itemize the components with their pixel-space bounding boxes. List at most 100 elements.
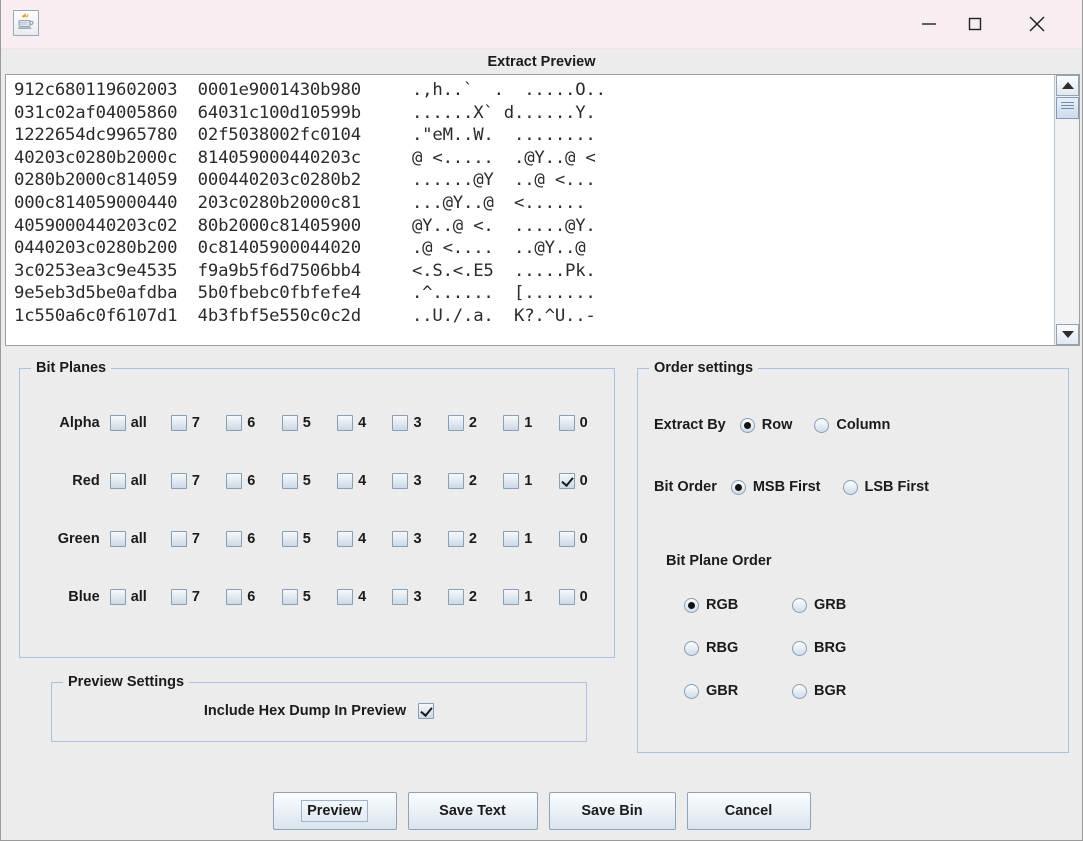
checkbox-green-4[interactable] [337, 531, 354, 547]
radio-rbg[interactable] [684, 640, 699, 656]
checkbox-alpha-1[interactable] [503, 415, 520, 431]
bit-plane-blue-all[interactable]: all [109, 589, 171, 605]
scroll-down-icon[interactable] [1056, 324, 1079, 345]
cancel-button[interactable]: Cancel [686, 792, 811, 830]
bit-plane-order-rbg[interactable]: RBG [684, 640, 792, 656]
maximize-button[interactable] [952, 0, 998, 48]
bit-plane-red-5[interactable]: 5 [281, 473, 337, 489]
checkbox-alpha-all[interactable] [109, 415, 126, 431]
bit-plane-red-4[interactable]: 4 [337, 473, 392, 489]
extract-by-column[interactable]: Column [814, 417, 890, 433]
bit-order-lsb-first[interactable]: LSB First [842, 479, 929, 495]
hex-vertical-scrollbar[interactable] [1054, 75, 1079, 345]
bit-plane-alpha-all[interactable]: all [109, 415, 171, 431]
bit-plane-alpha-5[interactable]: 5 [281, 415, 337, 431]
checkbox-alpha-4[interactable] [337, 415, 354, 431]
include-hex-dump-checkbox[interactable] [418, 703, 435, 719]
checkbox-green-3[interactable] [392, 531, 409, 547]
checkbox-red-1[interactable] [503, 473, 520, 489]
radio-row[interactable] [739, 417, 755, 433]
checkbox-green-5[interactable] [281, 531, 298, 547]
checkbox-alpha-5[interactable] [281, 415, 298, 431]
bit-plane-alpha-2[interactable]: 2 [447, 415, 503, 431]
checkbox-red-2[interactable] [447, 473, 464, 489]
bit-plane-order-grb[interactable]: GRB [792, 597, 900, 613]
bit-plane-alpha-1[interactable]: 1 [503, 415, 558, 431]
bit-plane-red-7[interactable]: 7 [170, 473, 226, 489]
checkbox-red-4[interactable] [337, 473, 354, 489]
checkbox-green-2[interactable] [447, 531, 464, 547]
checkbox-blue-all[interactable] [109, 589, 126, 605]
bit-plane-red-2[interactable]: 2 [447, 473, 503, 489]
hex-text-viewport[interactable]: 912c680119602003 0001e9001430b980 .,h..`… [6, 75, 1053, 345]
scrollbar-track[interactable] [1056, 119, 1078, 324]
checkbox-green-all[interactable] [109, 531, 126, 547]
bit-plane-blue-0[interactable]: 0 [558, 589, 614, 605]
checkbox-red-7[interactable] [170, 473, 187, 489]
bit-plane-green-4[interactable]: 4 [337, 531, 392, 547]
extract-by-row[interactable]: Row [739, 417, 792, 433]
checkbox-alpha-0[interactable] [558, 415, 575, 431]
bit-plane-red-3[interactable]: 3 [392, 473, 447, 489]
bit-plane-order-gbr[interactable]: GBR [684, 683, 792, 699]
bit-plane-red-6[interactable]: 6 [226, 473, 281, 489]
bit-plane-blue-4[interactable]: 4 [337, 589, 392, 605]
checkbox-green-6[interactable] [226, 531, 243, 547]
bit-plane-red-0[interactable]: 0 [558, 473, 614, 489]
radio-brg[interactable] [792, 640, 807, 656]
bit-plane-blue-2[interactable]: 2 [447, 589, 503, 605]
bit-plane-green-0[interactable]: 0 [558, 531, 614, 547]
checkbox-blue-1[interactable] [503, 589, 520, 605]
scroll-up-icon[interactable] [1056, 75, 1079, 96]
bit-plane-alpha-4[interactable]: 4 [337, 415, 392, 431]
bit-plane-green-3[interactable]: 3 [392, 531, 447, 547]
radio-grb[interactable] [792, 597, 807, 613]
bit-plane-green-2[interactable]: 2 [447, 531, 503, 547]
bit-plane-green-5[interactable]: 5 [281, 531, 337, 547]
preview-button[interactable]: Preview [272, 792, 397, 830]
checkbox-alpha-3[interactable] [392, 415, 409, 431]
bit-plane-green-6[interactable]: 6 [226, 531, 281, 547]
bit-plane-red-all[interactable]: all [109, 473, 171, 489]
checkbox-green-1[interactable] [503, 531, 520, 547]
radio-msb-first[interactable] [730, 479, 746, 495]
checkbox-blue-0[interactable] [558, 589, 575, 605]
radio-gbr[interactable] [684, 683, 699, 699]
save-text-button[interactable]: Save Text [407, 792, 538, 830]
bit-plane-order-brg[interactable]: BRG [792, 640, 900, 656]
bit-plane-green-1[interactable]: 1 [503, 531, 558, 547]
bit-order-msb-first[interactable]: MSB First [730, 479, 821, 495]
checkbox-blue-3[interactable] [392, 589, 409, 605]
checkbox-alpha-6[interactable] [226, 415, 243, 431]
radio-bgr[interactable] [792, 683, 807, 699]
bit-plane-green-7[interactable]: 7 [170, 531, 226, 547]
bit-plane-alpha-0[interactable]: 0 [558, 415, 614, 431]
checkbox-alpha-2[interactable] [447, 415, 464, 431]
checkbox-blue-6[interactable] [226, 589, 243, 605]
checkbox-blue-2[interactable] [447, 589, 464, 605]
bit-plane-alpha-3[interactable]: 3 [392, 415, 447, 431]
checkbox-red-5[interactable] [281, 473, 298, 489]
checkbox-blue-7[interactable] [170, 589, 187, 605]
close-button[interactable] [1014, 0, 1060, 48]
radio-lsb-first[interactable] [842, 479, 858, 495]
bit-plane-order-bgr[interactable]: BGR [792, 683, 900, 699]
radio-column[interactable] [814, 417, 830, 433]
radio-rgb[interactable] [684, 597, 699, 613]
bit-plane-blue-1[interactable]: 1 [503, 589, 558, 605]
checkbox-red-all[interactable] [109, 473, 126, 489]
checkbox-green-7[interactable] [170, 531, 187, 547]
bit-plane-blue-5[interactable]: 5 [281, 589, 337, 605]
bit-plane-green-all[interactable]: all [109, 531, 171, 547]
scrollbar-thumb[interactable] [1056, 97, 1079, 119]
bit-plane-alpha-7[interactable]: 7 [170, 415, 226, 431]
checkbox-red-0[interactable] [558, 473, 575, 489]
minimize-button[interactable] [906, 0, 952, 48]
checkbox-blue-4[interactable] [337, 589, 354, 605]
checkbox-alpha-7[interactable] [170, 415, 187, 431]
bit-plane-order-rgb[interactable]: RGB [684, 597, 792, 613]
checkbox-red-3[interactable] [392, 473, 409, 489]
bit-plane-red-1[interactable]: 1 [503, 473, 558, 489]
bit-plane-blue-6[interactable]: 6 [226, 589, 281, 605]
save-bin-button[interactable]: Save Bin [548, 792, 676, 830]
